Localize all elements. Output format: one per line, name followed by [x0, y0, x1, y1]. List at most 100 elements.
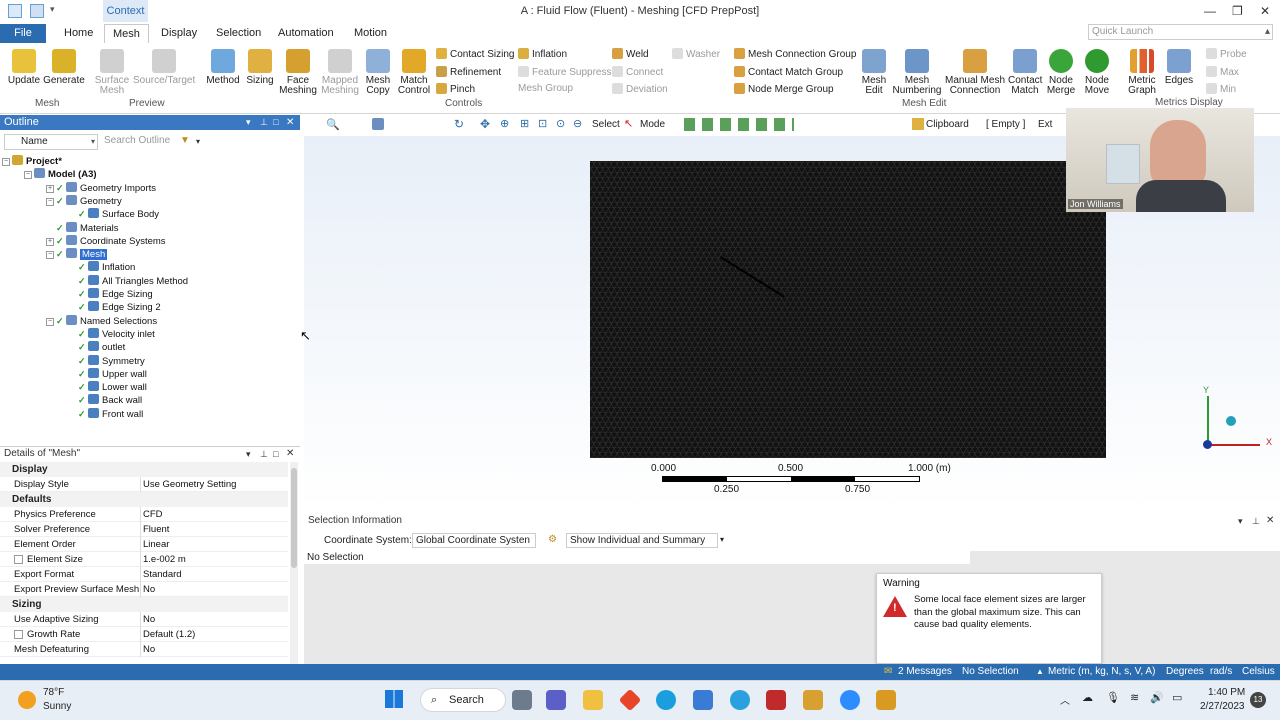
clipboard-dropdown[interactable]: Clipboard [926, 119, 969, 130]
mesh-edit-button[interactable]: Mesh Edit [858, 49, 890, 96]
selection-info-dropdown-icon[interactable]: ▾ [1238, 514, 1243, 528]
sizing-button[interactable]: Sizing [244, 49, 276, 86]
tray-chevron-icon[interactable]: ︿ [1060, 692, 1070, 707]
edge-browser-icon[interactable] [656, 690, 676, 710]
clipboard-icon[interactable] [912, 118, 924, 130]
teams-icon[interactable] [546, 690, 566, 710]
node-move-button[interactable]: Node Move [1080, 49, 1114, 96]
windows-start-icon[interactable] [385, 690, 403, 708]
taskbar-search[interactable]: ⌕ Search [420, 688, 506, 712]
select-button[interactable]: Select [592, 119, 620, 130]
search-outline-input[interactable]: Search Outline [100, 134, 178, 150]
store-icon[interactable] [693, 690, 713, 710]
washer-button[interactable]: Washer [672, 48, 720, 60]
details-row[interactable]: Use Adaptive Sizing No [0, 612, 288, 627]
zoom-icon[interactable] [840, 690, 860, 710]
outline-tree-item[interactable]: ✓ Inflation [78, 261, 135, 273]
outline-tree-item[interactable]: ✓ Materials [56, 221, 119, 234]
task-view-icon[interactable] [512, 690, 532, 710]
tab-automation[interactable]: Automation [270, 24, 342, 43]
angular-velocity-units[interactable]: rad/s [1210, 664, 1232, 680]
parameter-checkbox[interactable] [14, 630, 23, 639]
source-target-button[interactable]: Source/Target [133, 49, 195, 86]
details-pin-icon[interactable]: ⊥ [260, 447, 268, 461]
mesh-copy-button[interactable]: Mesh Copy [362, 49, 394, 96]
tree-expand-toggle[interactable]: − [46, 251, 54, 260]
outline-tree-item[interactable]: ✓ Coordinate Systems [56, 234, 166, 247]
property-value[interactable]: Fluent [143, 522, 169, 537]
panel-dropdown-icon[interactable]: ▾ [246, 115, 251, 130]
outline-tree-item[interactable]: Model (A3) [34, 168, 97, 180]
previous-view-icon[interactable]: ⊖ [573, 117, 582, 130]
outline-tree-item[interactable]: ✓ Front wall [78, 407, 143, 420]
outline-tree-item[interactable]: ✓ Geometry Imports [56, 181, 156, 194]
property-value[interactable]: Standard [143, 567, 182, 582]
close-panel-icon[interactable]: ✕ [286, 115, 294, 130]
probe-button[interactable]: Probe [1206, 48, 1247, 60]
metric-graph-button[interactable]: Metric Graph [1124, 49, 1160, 96]
filter-dropdown-icon[interactable]: ▾ [196, 137, 200, 146]
tab-mesh[interactable]: Mesh [104, 24, 149, 43]
mesh-group-button[interactable]: Mesh Group [518, 83, 573, 94]
details-scroll-thumb[interactable] [291, 468, 297, 568]
details-row[interactable]: Mesh Defeaturing No [0, 642, 288, 657]
notification-badge[interactable]: 13 [1250, 692, 1266, 708]
outline-tree-item[interactable]: ✓ Mesh [56, 248, 108, 261]
mesh-numbering-button[interactable]: Mesh Numbering [892, 49, 942, 96]
mesh-connection-group-button[interactable]: Mesh Connection Group [734, 48, 856, 60]
filter-icon[interactable]: ▼ [180, 135, 190, 146]
details-maximize-icon[interactable]: □ [273, 447, 278, 461]
volume-icon[interactable]: 🔊 [1150, 691, 1164, 704]
edges-button[interactable]: Edges [1162, 49, 1196, 86]
details-row[interactable]: Display Style Use Geometry Setting [0, 477, 288, 492]
outline-tree-item[interactable]: ✓ Geometry [56, 194, 122, 207]
tab-home[interactable]: Home [56, 24, 101, 43]
shield-app-icon[interactable] [766, 690, 786, 710]
weld-button[interactable]: Weld [612, 48, 649, 60]
selection-settings-icon[interactable]: ⚙ [548, 534, 557, 545]
units-system[interactable]: Metric (m, kg, N, s, V, A) [1048, 664, 1155, 680]
details-row[interactable]: Export Preview Surface Mesh No [0, 582, 288, 597]
outline-tree-item[interactable]: ✓ Symmetry [78, 354, 145, 367]
close-icon[interactable]: ✕ [1260, 4, 1270, 18]
details-row[interactable]: Solver Preference Fluent [0, 522, 288, 537]
selection-info-close-icon[interactable]: ✕ [1266, 514, 1274, 528]
details-section-header[interactable]: Defaults [0, 492, 288, 507]
details-dropdown-icon[interactable]: ▾ [246, 447, 251, 461]
view-cube-icon[interactable] [372, 118, 384, 130]
connect-button[interactable]: Connect [612, 66, 663, 78]
rotate-icon[interactable]: ↻ [454, 117, 464, 131]
outline-tree-item[interactable]: ✓ Back wall [78, 394, 142, 406]
details-section-header[interactable]: Display [0, 462, 288, 477]
more-options-icon[interactable]: ▾ [720, 535, 724, 544]
feature-suppress-button[interactable]: Feature Suppress [518, 66, 612, 78]
select-mode-icon[interactable]: ↖ [624, 117, 633, 130]
name-filter-dropdown[interactable]: Name ▾ [4, 134, 98, 150]
restore-icon[interactable]: ❐ [1232, 4, 1243, 18]
selection-filter-icons[interactable] [684, 118, 794, 131]
zoom-to-fit-icon[interactable]: ⊡ [538, 117, 547, 130]
node-merge-group-button[interactable]: Node Merge Group [734, 83, 834, 95]
inflation-button[interactable]: Inflation [518, 48, 567, 60]
node-merge-button[interactable]: Node Merge [1044, 49, 1078, 96]
clock-time[interactable]: 1:40 PM [1208, 687, 1245, 698]
chrome-icon[interactable] [730, 690, 750, 710]
property-value[interactable]: 1.e-002 m [143, 552, 186, 567]
tree-expand-toggle[interactable]: − [24, 171, 32, 180]
outline-tree-item[interactable]: ✓ Upper wall [78, 367, 147, 380]
parameter-checkbox[interactable] [14, 555, 23, 564]
property-value[interactable]: CFD [143, 507, 163, 522]
details-close-icon[interactable]: ✕ [286, 447, 294, 461]
outline-tree-item[interactable]: ✓ Surface Body [78, 208, 159, 220]
details-row[interactable]: Physics Preference CFD [0, 507, 288, 522]
refinement-button[interactable]: Refinement [436, 66, 501, 78]
generate-button[interactable]: Generate [43, 49, 85, 86]
mode-dropdown[interactable]: Mode [640, 119, 665, 130]
tab-display[interactable]: Display [153, 24, 205, 43]
messages-icon[interactable]: ✉ [884, 664, 892, 680]
details-scrollbar[interactable] [290, 462, 298, 664]
angle-units[interactable]: Degrees [1166, 664, 1204, 680]
tree-expand-toggle[interactable]: + [46, 184, 54, 193]
cloud-icon[interactable]: ☁ [1082, 691, 1093, 704]
triad-iso-ball[interactable] [1226, 416, 1236, 426]
